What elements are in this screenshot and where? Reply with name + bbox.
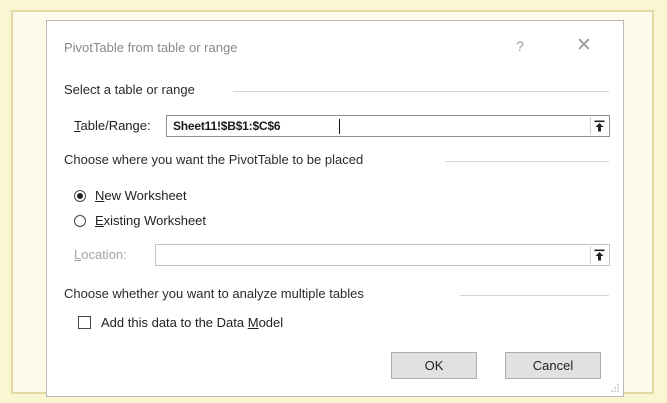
existing-worksheet-accel: E (95, 213, 104, 228)
section-label-placement: Choose where you want the PivotTable to … (64, 152, 364, 167)
new-worksheet-label[interactable]: New Worksheet (95, 188, 187, 203)
section-divider (460, 295, 609, 296)
data-model-accel: M (247, 315, 259, 330)
section-divider (233, 91, 609, 92)
text-caret (339, 119, 340, 134)
new-worksheet-accel: N (95, 188, 105, 203)
existing-worksheet-radio[interactable] (74, 215, 86, 227)
resize-grip-icon[interactable] (610, 383, 620, 393)
existing-worksheet-label[interactable]: Existing Worksheet (95, 213, 206, 228)
table-range-input[interactable]: Sheet11!$B$1:$C$6 (166, 115, 610, 137)
section-divider (445, 161, 609, 162)
table-range-label: Table/Range: (74, 118, 151, 133)
pivottable-dialog: PivotTable from table or range ? ✕ Selec… (46, 20, 624, 397)
table-range-label-text: able/Range: (80, 118, 151, 133)
location-collapse-button[interactable] (590, 246, 608, 264)
cancel-button[interactable]: Cancel (505, 352, 601, 379)
collapse-dialog-icon (594, 249, 605, 261)
existing-worksheet-label-text: xisting Worksheet (103, 213, 207, 228)
table-range-value: Sheet11!$B$1:$C$6 (173, 119, 281, 133)
section-label-multiple-tables: Choose whether you want to analyze multi… (64, 286, 364, 301)
section-label-select-range: Select a table or range (64, 82, 195, 97)
dialog-title: PivotTable from table or range (64, 40, 238, 55)
table-range-collapse-button[interactable] (590, 117, 608, 135)
close-button[interactable]: ✕ (575, 36, 593, 55)
location-label: Location: (74, 247, 127, 262)
help-button[interactable]: ? (513, 37, 527, 55)
data-model-checkbox[interactable] (78, 316, 91, 329)
new-worksheet-label-text: ew Worksheet (104, 188, 187, 203)
location-input[interactable] (155, 244, 610, 266)
collapse-dialog-icon (594, 120, 605, 132)
ok-button[interactable]: OK (391, 352, 477, 379)
data-model-label-post: odel (258, 315, 284, 330)
new-worksheet-radio[interactable] (74, 190, 86, 202)
data-model-label-pre: Add this data to the Data (101, 315, 248, 330)
location-label-text: ocation: (81, 247, 127, 262)
data-model-label[interactable]: Add this data to the Data Model (101, 315, 283, 330)
dialog-titlebar: PivotTable from table or range ? ✕ (47, 21, 623, 67)
